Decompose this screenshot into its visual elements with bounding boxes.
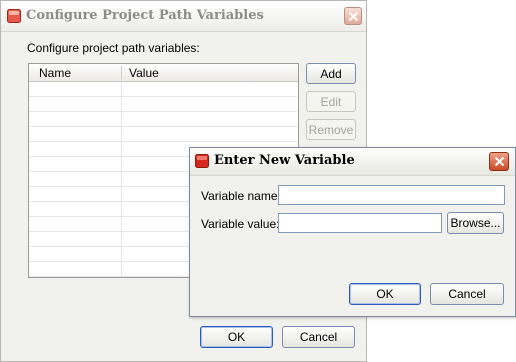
row-column-divider xyxy=(121,202,122,216)
row-column-divider xyxy=(121,262,122,276)
variable-name-input[interactable] xyxy=(278,185,505,205)
row-column-divider xyxy=(121,112,122,126)
variable-value-label: Variable value: xyxy=(201,217,280,231)
row-column-divider xyxy=(121,187,122,201)
row-column-divider xyxy=(121,157,122,171)
table-header: Name Value xyxy=(29,64,298,82)
row-column-divider xyxy=(121,217,122,231)
enter-new-variable-dialog: Enter New Variable Variable name: Variab… xyxy=(189,147,516,317)
sub-dialog-title: Enter New Variable xyxy=(214,153,355,168)
column-divider[interactable] xyxy=(121,66,122,79)
browse-button[interactable]: Browse... xyxy=(447,212,504,234)
row-column-divider xyxy=(121,172,122,186)
variable-name-label: Variable name: xyxy=(201,189,281,203)
row-column-divider xyxy=(121,247,122,261)
row-column-divider xyxy=(121,277,122,278)
table-row[interactable] xyxy=(29,112,298,127)
instruction-label: Configure project path variables: xyxy=(27,41,200,55)
column-header-name[interactable]: Name xyxy=(39,66,71,80)
row-column-divider xyxy=(121,127,122,141)
row-column-divider xyxy=(121,142,122,156)
close-icon xyxy=(348,11,358,21)
edit-button[interactable]: Edit xyxy=(306,91,356,112)
main-close-button[interactable] xyxy=(344,7,362,25)
sub-close-button[interactable] xyxy=(489,152,509,171)
sub-ok-button[interactable]: OK xyxy=(349,283,421,305)
add-button[interactable]: Add xyxy=(306,63,356,84)
sub-title-bar[interactable]: Enter New Variable xyxy=(190,148,515,176)
close-icon xyxy=(494,156,504,167)
main-ok-button[interactable]: OK xyxy=(200,326,273,348)
row-column-divider xyxy=(121,82,122,96)
app-icon xyxy=(195,154,209,168)
table-row[interactable] xyxy=(29,127,298,142)
table-row[interactable] xyxy=(29,82,298,97)
remove-button[interactable]: Remove xyxy=(306,119,356,140)
sub-cancel-button[interactable]: Cancel xyxy=(430,283,504,305)
table-row[interactable] xyxy=(29,97,298,112)
row-column-divider xyxy=(121,97,122,111)
column-header-value[interactable]: Value xyxy=(129,66,159,80)
main-cancel-button[interactable]: Cancel xyxy=(282,326,355,348)
app-icon xyxy=(7,9,21,23)
row-column-divider xyxy=(121,232,122,246)
main-title-bar[interactable]: Configure Project Path Variables xyxy=(1,1,366,32)
main-dialog-title: Configure Project Path Variables xyxy=(26,8,264,23)
variable-value-input[interactable] xyxy=(278,213,442,233)
